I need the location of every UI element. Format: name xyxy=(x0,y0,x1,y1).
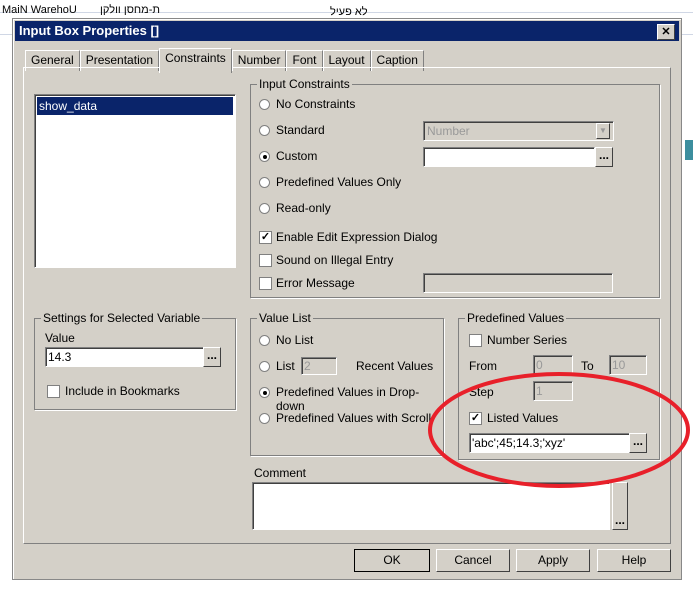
comment-label: Comment xyxy=(254,466,307,480)
with-scroll-label: Predefined Values with Scroll xyxy=(276,411,432,425)
predefined-only-label: Predefined Values Only xyxy=(276,175,402,189)
drop-down-radio[interactable] xyxy=(259,387,270,398)
enable-edit-label: Enable Edit Expression Dialog xyxy=(276,230,438,244)
include-bookmarks-label: Include in Bookmarks xyxy=(65,384,180,398)
tab-bar: General Presentation Constraints Number … xyxy=(25,48,424,73)
sound-label: Sound on Illegal Entry xyxy=(276,253,394,267)
help-button[interactable]: Help xyxy=(597,549,671,572)
standard-label: Standard xyxy=(276,123,325,137)
dialog-title: Input Box Properties [] xyxy=(19,23,160,38)
with-scroll-radio[interactable] xyxy=(259,413,270,424)
red-annotation-ellipse xyxy=(428,372,690,488)
value-label: Value xyxy=(45,331,75,345)
close-button[interactable]: ✕ xyxy=(657,24,675,40)
bg-cell: לא פעיל xyxy=(330,6,368,18)
custom-expression-button[interactable]: ... xyxy=(595,147,613,167)
value-list-group: Value List No List List 2 Recent Values … xyxy=(250,311,444,456)
no-constraints-label: No Constraints xyxy=(276,97,356,111)
standard-radio[interactable] xyxy=(259,125,270,136)
no-list-radio[interactable] xyxy=(259,335,270,346)
predefined-legend: Predefined Values xyxy=(465,311,567,325)
input-box-properties-dialog: Input Box Properties [] ✕ General Presen… xyxy=(12,18,682,580)
include-bookmarks-checkbox[interactable] xyxy=(47,385,60,398)
apply-button[interactable]: Apply xyxy=(516,549,590,572)
error-message-label: Error Message xyxy=(276,276,355,290)
variable-list[interactable]: show_data xyxy=(34,94,236,268)
bg-cell: ת-מחסן וולקן xyxy=(100,4,160,16)
tab-constraints[interactable]: Constraints xyxy=(159,48,232,73)
drop-down-label: Predefined Values in Drop-down xyxy=(276,385,420,413)
cancel-button[interactable]: Cancel xyxy=(436,549,510,572)
list-count-stepper[interactable]: 2 xyxy=(301,357,337,375)
dialog-title-bar: Input Box Properties [] ✕ xyxy=(15,21,679,41)
recent-values-label: Recent Values xyxy=(356,359,434,373)
settings-group: Settings for Selected Variable Value 14.… xyxy=(34,311,236,410)
input-constraints-group: Input Constraints No Constraints Standar… xyxy=(250,77,660,298)
custom-label: Custom xyxy=(276,149,318,163)
error-message-input[interactable] xyxy=(423,273,613,293)
value-expression-button[interactable]: ... xyxy=(203,347,221,367)
input-constraints-legend: Input Constraints xyxy=(257,77,352,91)
no-constraints-radio[interactable] xyxy=(259,99,270,110)
predefined-only-radio[interactable] xyxy=(259,177,270,188)
settings-legend: Settings for Selected Variable xyxy=(41,311,203,325)
read-only-label: Read-only xyxy=(276,201,331,215)
value-list-legend: Value List xyxy=(257,311,313,325)
read-only-radio[interactable] xyxy=(259,203,270,214)
custom-radio[interactable] xyxy=(259,151,270,162)
error-message-checkbox[interactable] xyxy=(259,277,272,290)
ok-button[interactable]: OK xyxy=(354,549,430,572)
variable-item[interactable]: show_data xyxy=(37,97,233,115)
chevron-down-icon[interactable]: ▼ xyxy=(596,123,610,139)
list-radio[interactable] xyxy=(259,361,270,372)
bg-cell: MaiN WarehoU xyxy=(2,4,77,16)
no-list-label: No List xyxy=(276,333,314,347)
sound-checkbox[interactable] xyxy=(259,254,272,267)
custom-input[interactable] xyxy=(423,147,595,167)
number-series-label: Number Series xyxy=(487,333,568,347)
standard-select[interactable]: Number xyxy=(423,121,614,141)
number-series-checkbox[interactable] xyxy=(469,334,482,347)
list-label: List xyxy=(276,359,295,373)
enable-edit-checkbox[interactable]: ✓ xyxy=(259,231,272,244)
value-input[interactable]: 14.3 xyxy=(45,347,205,367)
